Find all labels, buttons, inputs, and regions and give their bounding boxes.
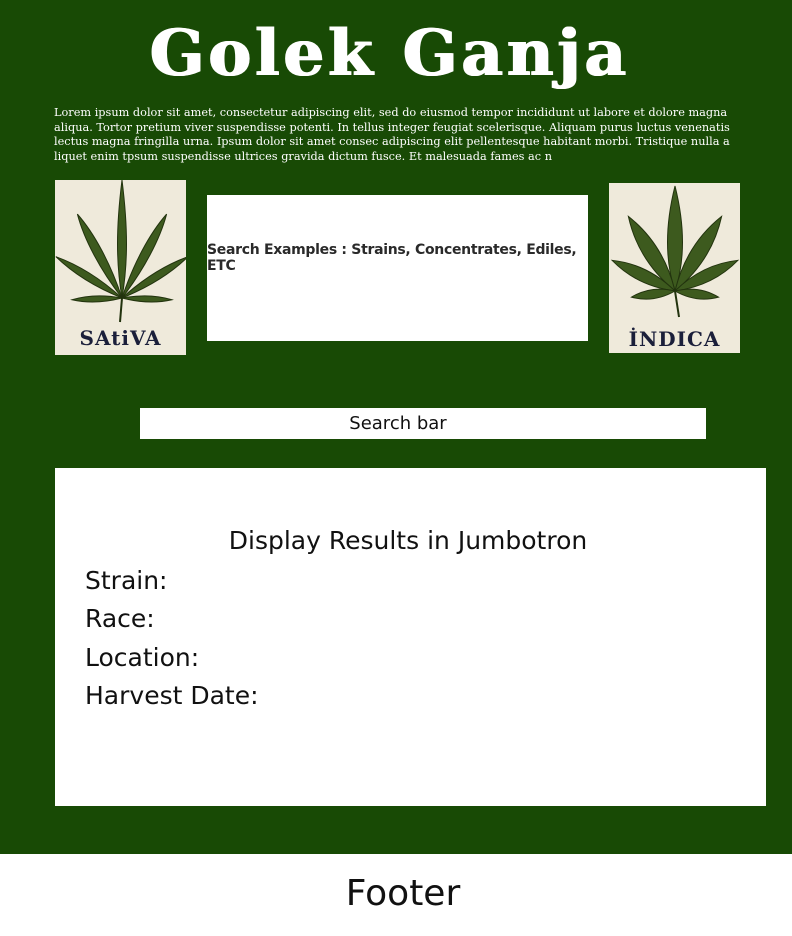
jumbotron-title: Display Results in Jumbotron xyxy=(228,526,588,555)
indica-card[interactable]: İNDICA xyxy=(609,183,740,353)
page: Golek Ganja Lorem ipsum dolor sit amet, … xyxy=(0,0,792,936)
cannabis-leaf-icon xyxy=(610,185,740,318)
main-section: Golek Ganja Lorem ipsum dolor sit amet, … xyxy=(0,0,792,854)
results-jumbotron: Display Results in Jumbotron Strain: Rac… xyxy=(55,468,766,806)
search-input[interactable]: Search bar xyxy=(140,408,706,439)
site-title: Golek Ganja xyxy=(149,16,631,91)
search-bar-label: Search bar xyxy=(349,413,447,434)
location-field: Location: xyxy=(85,643,200,672)
sativa-label: SAtiVA xyxy=(79,326,162,350)
strain-field: Strain: xyxy=(85,566,168,595)
race-field: Race: xyxy=(85,604,155,633)
indica-label: İNDICA xyxy=(628,327,721,351)
intro-paragraph: Lorem ipsum dolor sit amet, consectetur … xyxy=(54,106,730,163)
cannabis-leaf-icon xyxy=(55,180,186,323)
footer: Footer xyxy=(0,854,792,936)
footer-label: Footer xyxy=(345,873,461,914)
search-examples-box: Search Examples : Strains, Concentrates,… xyxy=(207,195,588,341)
sativa-card[interactable]: SAtiVA xyxy=(55,180,186,355)
search-examples-text: Search Examples : Strains, Concentrates,… xyxy=(207,242,577,274)
harvest-date-field: Harvest Date: xyxy=(85,681,259,710)
